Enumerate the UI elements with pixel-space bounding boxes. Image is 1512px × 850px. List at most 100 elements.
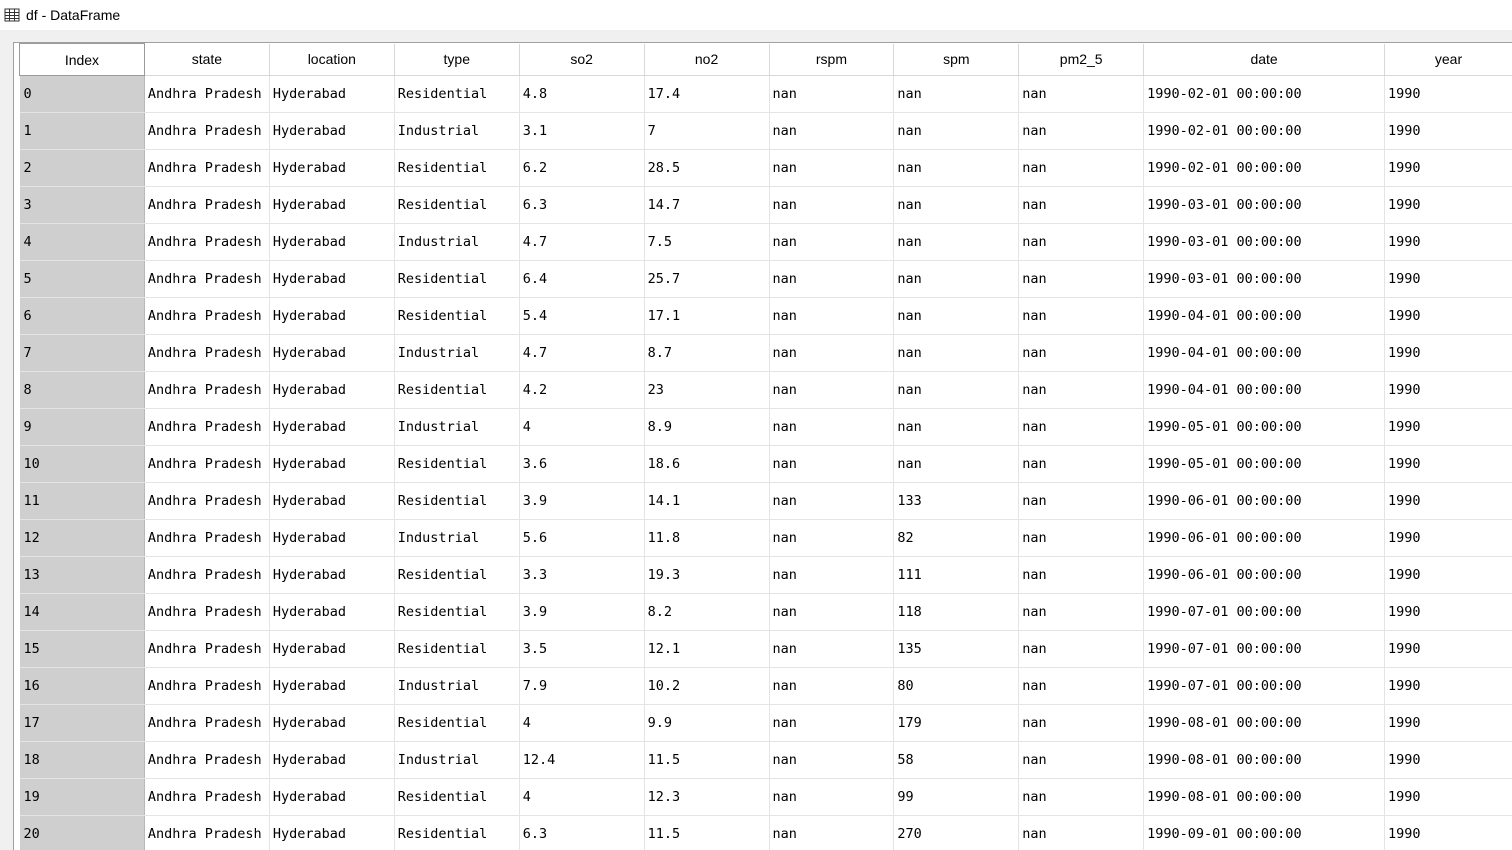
table-cell[interactable]: nan: [769, 705, 894, 742]
table-cell[interactable]: 12.4: [519, 742, 644, 779]
table-cell[interactable]: 1990-04-01 00:00:00: [1144, 335, 1385, 372]
table-cell[interactable]: Hyderabad: [269, 76, 394, 113]
table-cell[interactable]: Hyderabad: [269, 187, 394, 224]
table-cell[interactable]: nan: [769, 409, 894, 446]
table-cell[interactable]: 6.3: [519, 816, 644, 850]
table-cell[interactable]: Residential: [394, 261, 519, 298]
table-cell[interactable]: Andhra Pradesh: [144, 816, 269, 850]
table-cell[interactable]: 12.1: [644, 631, 769, 668]
table-cell[interactable]: nan: [1019, 705, 1144, 742]
column-header-type[interactable]: type: [394, 44, 519, 76]
table-cell[interactable]: 1990: [1385, 76, 1512, 113]
table-cell[interactable]: nan: [1019, 483, 1144, 520]
table-cell[interactable]: nan: [769, 76, 894, 113]
table-cell[interactable]: 1990-03-01 00:00:00: [1144, 224, 1385, 261]
table-cell[interactable]: 5.4: [519, 298, 644, 335]
table-cell[interactable]: nan: [769, 446, 894, 483]
table-cell[interactable]: 1990-05-01 00:00:00: [1144, 446, 1385, 483]
column-header-location[interactable]: location: [269, 44, 394, 76]
table-cell[interactable]: 1990-07-01 00:00:00: [1144, 594, 1385, 631]
table-cell[interactable]: Andhra Pradesh: [144, 705, 269, 742]
table-cell[interactable]: nan: [1019, 557, 1144, 594]
table-cell[interactable]: 1990: [1385, 261, 1512, 298]
row-index-cell[interactable]: 7: [20, 335, 145, 372]
table-cell[interactable]: Hyderabad: [269, 224, 394, 261]
column-header-year[interactable]: year: [1385, 44, 1512, 76]
table-cell[interactable]: 3.9: [519, 594, 644, 631]
table-row[interactable]: 16Andhra PradeshHyderabadIndustrial7.910…: [20, 668, 1512, 705]
table-row[interactable]: 11Andhra PradeshHyderabadResidential3.91…: [20, 483, 1512, 520]
table-cell[interactable]: Hyderabad: [269, 335, 394, 372]
table-cell[interactable]: 18.6: [644, 446, 769, 483]
table-cell[interactable]: 1990: [1385, 668, 1512, 705]
row-index-cell[interactable]: 0: [20, 76, 145, 113]
table-cell[interactable]: 133: [894, 483, 1019, 520]
row-index-cell[interactable]: 3: [20, 187, 145, 224]
table-cell[interactable]: nan: [894, 409, 1019, 446]
table-row[interactable]: 7Andhra PradeshHyderabadIndustrial4.78.7…: [20, 335, 1512, 372]
table-cell[interactable]: nan: [1019, 113, 1144, 150]
table-cell[interactable]: nan: [769, 187, 894, 224]
table-cell[interactable]: Industrial: [394, 520, 519, 557]
table-cell[interactable]: 1990: [1385, 409, 1512, 446]
table-cell[interactable]: Residential: [394, 372, 519, 409]
table-cell[interactable]: Residential: [394, 705, 519, 742]
table-cell[interactable]: Residential: [394, 779, 519, 816]
column-header-date[interactable]: date: [1144, 44, 1385, 76]
table-cell[interactable]: 270: [894, 816, 1019, 850]
table-cell[interactable]: 1990: [1385, 224, 1512, 261]
table-cell[interactable]: nan: [894, 150, 1019, 187]
table-cell[interactable]: 1990: [1385, 298, 1512, 335]
table-cell[interactable]: 1990: [1385, 150, 1512, 187]
table-cell[interactable]: 82: [894, 520, 1019, 557]
table-cell[interactable]: nan: [1019, 594, 1144, 631]
table-row[interactable]: 3Andhra PradeshHyderabadResidential6.314…: [20, 187, 1512, 224]
table-cell[interactable]: Residential: [394, 557, 519, 594]
table-cell[interactable]: 3.9: [519, 483, 644, 520]
table-row[interactable]: 19Andhra PradeshHyderabadResidential412.…: [20, 779, 1512, 816]
table-cell[interactable]: 8.7: [644, 335, 769, 372]
table-cell[interactable]: nan: [1019, 779, 1144, 816]
table-row[interactable]: 15Andhra PradeshHyderabadResidential3.51…: [20, 631, 1512, 668]
table-cell[interactable]: 1990: [1385, 816, 1512, 850]
table-row[interactable]: 17Andhra PradeshHyderabadResidential49.9…: [20, 705, 1512, 742]
table-cell[interactable]: Andhra Pradesh: [144, 187, 269, 224]
table-row[interactable]: 14Andhra PradeshHyderabadResidential3.98…: [20, 594, 1512, 631]
table-cell[interactable]: nan: [769, 483, 894, 520]
table-cell[interactable]: 1990: [1385, 631, 1512, 668]
table-cell[interactable]: nan: [1019, 150, 1144, 187]
table-cell[interactable]: Hyderabad: [269, 779, 394, 816]
table-cell[interactable]: Andhra Pradesh: [144, 261, 269, 298]
table-cell[interactable]: nan: [769, 520, 894, 557]
table-cell[interactable]: Residential: [394, 594, 519, 631]
table-cell[interactable]: nan: [769, 816, 894, 850]
table-cell[interactable]: 25.7: [644, 261, 769, 298]
table-cell[interactable]: 1990-03-01 00:00:00: [1144, 187, 1385, 224]
row-index-cell[interactable]: 8: [20, 372, 145, 409]
table-cell[interactable]: Hyderabad: [269, 557, 394, 594]
table-cell[interactable]: nan: [769, 594, 894, 631]
table-cell[interactable]: Hyderabad: [269, 631, 394, 668]
table-cell[interactable]: 111: [894, 557, 1019, 594]
column-header-index[interactable]: Index: [20, 44, 145, 76]
table-cell[interactable]: 1990-02-01 00:00:00: [1144, 76, 1385, 113]
table-cell[interactable]: nan: [894, 261, 1019, 298]
table-cell[interactable]: 17.1: [644, 298, 769, 335]
table-cell[interactable]: 1990: [1385, 372, 1512, 409]
table-cell[interactable]: nan: [1019, 187, 1144, 224]
table-cell[interactable]: nan: [1019, 224, 1144, 261]
table-cell[interactable]: Industrial: [394, 668, 519, 705]
table-cell[interactable]: 1990-09-01 00:00:00: [1144, 816, 1385, 850]
row-index-cell[interactable]: 16: [20, 668, 145, 705]
table-cell[interactable]: Residential: [394, 187, 519, 224]
table-cell[interactable]: 3.3: [519, 557, 644, 594]
table-row[interactable]: 6Andhra PradeshHyderabadResidential5.417…: [20, 298, 1512, 335]
table-cell[interactable]: 23: [644, 372, 769, 409]
table-cell[interactable]: Industrial: [394, 224, 519, 261]
table-cell[interactable]: 1990: [1385, 483, 1512, 520]
table-cell[interactable]: 1990: [1385, 446, 1512, 483]
table-cell[interactable]: Andhra Pradesh: [144, 446, 269, 483]
table-cell[interactable]: nan: [1019, 520, 1144, 557]
row-index-cell[interactable]: 11: [20, 483, 145, 520]
table-cell[interactable]: 6.4: [519, 261, 644, 298]
